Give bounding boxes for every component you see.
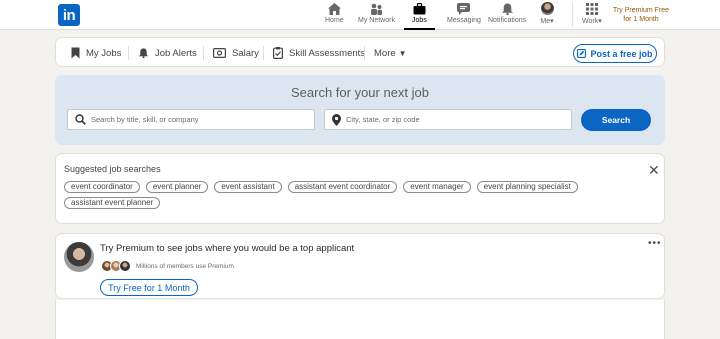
suggestion-pill[interactable]: event planner <box>145 181 209 193</box>
skill-assessments-label: Skill Assessments <box>289 47 366 59</box>
bell-icon <box>500 2 514 15</box>
premium-upsell-card: Try Premium to see jobs where you would … <box>55 233 665 299</box>
nav-home-label: Home <box>325 17 344 24</box>
caret-down-icon: ▼ <box>398 48 407 58</box>
nav-work-label: Work <box>582 18 599 25</box>
premium-upsell-text: Try Premium to see jobs where you would … <box>100 243 355 254</box>
location-pin-icon <box>332 113 341 126</box>
nav-my-network-label: My Network <box>358 17 395 24</box>
subnav-divider <box>203 46 204 60</box>
member-avatar <box>119 260 131 272</box>
money-icon <box>213 48 226 58</box>
member-faces <box>101 260 131 272</box>
edit-icon <box>577 49 587 58</box>
search-icon <box>75 114 86 125</box>
clipboard-check-icon <box>273 47 283 59</box>
nav-notifications-label: Notifications <box>488 17 527 24</box>
job-search-card: Search for your next job Search by title… <box>55 75 665 145</box>
chevron-down-icon: ▾ <box>550 18 554 25</box>
salary-link[interactable]: Salary <box>213 38 259 68</box>
nav-jobs[interactable]: Jobs <box>404 2 435 30</box>
nav-me-label-row: Me▾ <box>540 17 553 25</box>
briefcase-icon <box>412 2 426 15</box>
suggested-searches-card: Suggested job searches ✕ event coordinat… <box>55 153 665 224</box>
nav-messaging[interactable]: Messaging <box>447 2 481 29</box>
nav-messaging-label: Messaging <box>447 17 481 24</box>
subnav-divider <box>263 46 264 60</box>
my-jobs-link[interactable]: My Jobs <box>71 38 121 68</box>
post-free-job-label: Post a free job <box>590 48 653 59</box>
nav-my-network[interactable]: My Network <box>358 2 395 29</box>
suggestion-pill[interactable]: event assistant <box>214 181 282 193</box>
subnav-divider <box>128 46 129 60</box>
nav-me-label: Me <box>540 18 551 25</box>
suggested-pills: event coordinator event planner event as… <box>64 181 644 209</box>
job-alerts-label: Job Alerts <box>155 47 197 59</box>
my-jobs-label: My Jobs <box>86 47 122 59</box>
search-button[interactable]: Search <box>581 109 651 131</box>
messaging-icon <box>457 2 471 15</box>
nav-jobs-label: Jobs <box>412 17 427 24</box>
salary-label: Salary <box>232 47 259 59</box>
subnav-divider <box>364 46 365 60</box>
suggested-title: Suggested job searches <box>64 164 161 174</box>
top-nav: in Home My Network Jobs Messaging Notifi… <box>0 0 720 30</box>
linkedin-logo[interactable]: in <box>58 4 80 26</box>
try-free-button[interactable]: Try Free for 1 Month <box>100 279 198 296</box>
nav-me[interactable]: Me▾ <box>540 2 554 29</box>
search-title: Search for your next job <box>290 85 430 100</box>
skill-assessments-link[interactable]: Skill Assessments <box>273 38 365 68</box>
chevron-down-icon: ▾ <box>598 18 602 25</box>
suggestion-pill[interactable]: event planning specialist <box>476 181 578 193</box>
more-label: More <box>374 47 396 59</box>
close-icon[interactable]: ✕ <box>648 163 660 177</box>
grid-icon <box>585 2 599 15</box>
network-icon <box>369 2 383 15</box>
premium-members-text: Millions of members use Premium <box>136 263 234 270</box>
more-options-icon[interactable]: ••• <box>648 238 662 249</box>
suggestion-pill[interactable]: assistant event planner <box>64 197 161 209</box>
try-premium-link[interactable]: Try Premium Free for 1 Month <box>612 6 670 24</box>
keyword-search-input[interactable]: Search by title, skill, or company <box>67 109 315 130</box>
job-list-card <box>55 300 665 339</box>
avatar <box>540 2 554 15</box>
nav-work-label-row: Work▾ <box>582 17 602 25</box>
location-search-placeholder: City, state, or zip code <box>346 115 420 124</box>
keyword-search-placeholder: Search by title, skill, or company <box>91 115 199 124</box>
avatar <box>64 242 94 272</box>
suggestion-pill[interactable]: event manager <box>403 181 471 193</box>
bell-icon <box>138 47 149 59</box>
home-icon <box>327 2 341 15</box>
nav-home[interactable]: Home <box>325 2 344 29</box>
premium-line-1: Try Premium Free <box>612 7 670 14</box>
bookmark-icon <box>71 47 80 59</box>
nav-divider <box>572 3 573 27</box>
me-avatar-wrap <box>540 2 554 15</box>
nav-work[interactable]: Work▾ <box>582 2 602 29</box>
more-dropdown[interactable]: More ▼ <box>374 38 407 68</box>
post-free-job-button[interactable]: Post a free job <box>573 44 657 63</box>
location-search-input[interactable]: City, state, or zip code <box>324 109 572 130</box>
job-alerts-link[interactable]: Job Alerts <box>138 38 197 68</box>
suggestion-pill[interactable]: assistant event coordinator <box>287 181 398 193</box>
nav-notifications[interactable]: Notifications <box>488 2 526 29</box>
jobs-subnav: My Jobs Job Alerts Salary Skill Assessme… <box>55 37 665 67</box>
suggestion-pill[interactable]: event coordinator <box>64 181 140 193</box>
premium-line-2: for 1 Month <box>623 16 659 23</box>
